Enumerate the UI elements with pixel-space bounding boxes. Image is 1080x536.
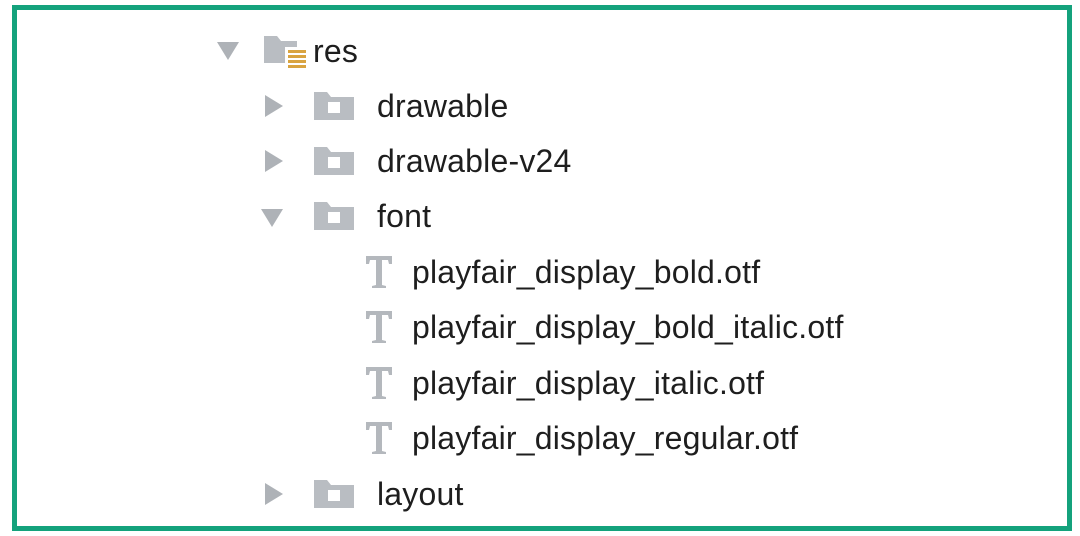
tree-row-label: res: [313, 33, 359, 69]
project-tree-panel: res drawable drawable-v24 font playfair_…: [12, 5, 1072, 531]
tree-row-playfair-display-regular[interactable]: playfair_display_regular.otf: [362, 413, 982, 463]
folder-icon: [313, 200, 355, 232]
tree-row-label: playfair_display_bold.otf: [412, 254, 761, 290]
tree-row-font[interactable]: font: [257, 191, 477, 241]
resource-folder-icon: [263, 33, 309, 69]
tree-row-drawable[interactable]: drawable: [257, 81, 557, 131]
chevron-down-icon[interactable]: [215, 38, 241, 64]
font-file-icon: [362, 419, 396, 457]
tree-row-label: playfair_display_regular.otf: [412, 420, 799, 456]
tree-row-label: playfair_display_bold_italic.otf: [412, 309, 844, 345]
tree-row-label: drawable: [377, 88, 509, 124]
folder-icon: [313, 90, 355, 122]
chevron-down-icon[interactable]: [259, 205, 285, 231]
tree-row-drawable-v24[interactable]: drawable-v24: [257, 136, 637, 186]
tree-row-playfair-display-italic[interactable]: playfair_display_italic.otf: [362, 358, 962, 408]
tree-row-label: drawable-v24: [377, 143, 572, 179]
folder-icon: [313, 145, 355, 177]
chevron-right-icon[interactable]: [261, 148, 287, 174]
font-file-icon: [362, 308, 396, 346]
tree-row-layout[interactable]: layout: [257, 469, 517, 519]
tree-row-label: playfair_display_italic.otf: [412, 365, 765, 401]
chevron-right-icon[interactable]: [261, 93, 287, 119]
folder-icon: [313, 478, 355, 510]
tree-row-label: font: [377, 198, 432, 234]
font-file-icon: [362, 253, 396, 291]
file-tree: res drawable drawable-v24 font playfair_…: [17, 10, 1067, 526]
tree-row-res[interactable]: res: [207, 26, 407, 76]
tree-row-playfair-display-bold-italic[interactable]: playfair_display_bold_italic.otf: [362, 302, 1002, 352]
font-file-icon: [362, 364, 396, 402]
tree-row-playfair-display-bold[interactable]: playfair_display_bold.otf: [362, 247, 962, 297]
chevron-right-icon[interactable]: [261, 481, 287, 507]
tree-row-label: layout: [377, 476, 464, 512]
